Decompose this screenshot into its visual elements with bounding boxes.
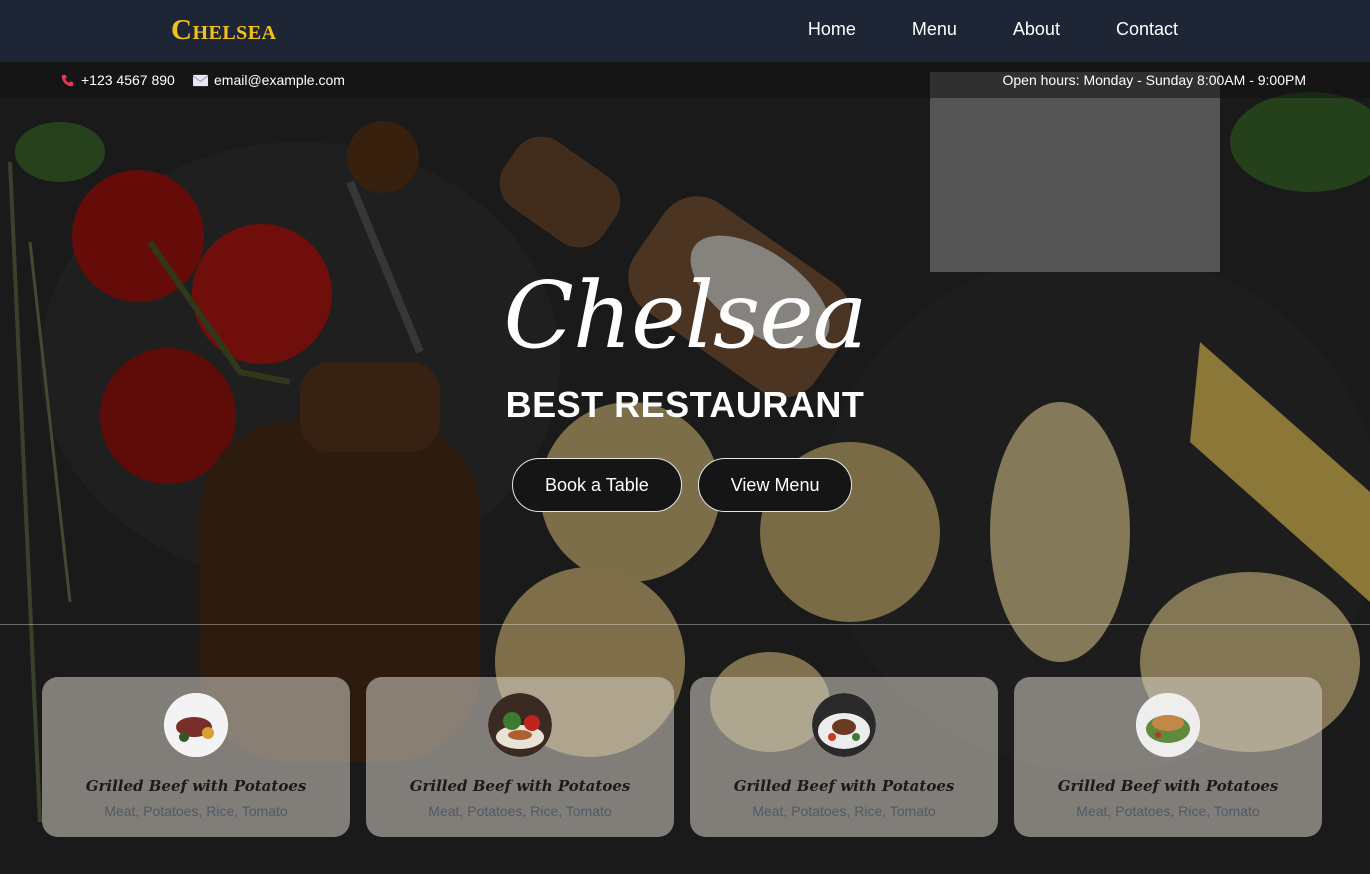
dish-card[interactable]: Grilled Beef with Potatoes Meat, Potatoe… <box>690 677 998 837</box>
hero-script-title: Chelsea <box>503 262 867 369</box>
dish-ingredients: Meat, Potatoes, Rice, Tomato <box>1076 803 1260 819</box>
dish-title: Grilled Beef with Potatoes <box>1057 777 1279 795</box>
phone-icon <box>61 74 74 86</box>
dish-title: Grilled Beef with Potatoes <box>733 777 955 795</box>
dish-card[interactable]: Grilled Beef with Potatoes Meat, Potatoe… <box>42 677 350 837</box>
hero-buttons: Book a Table View Menu <box>512 458 853 512</box>
book-table-button[interactable]: Book a Table <box>512 458 682 512</box>
hero-divider <box>0 624 1370 625</box>
nav-home[interactable]: Home <box>808 19 856 40</box>
hero-subtitle: BEST RESTAURANT <box>505 384 865 425</box>
dish-image <box>1136 693 1200 757</box>
email-address: email@example.com <box>214 72 345 88</box>
featured-dishes: Grilled Beef with Potatoes Meat, Potatoe… <box>42 677 1322 837</box>
dish-title: Grilled Beef with Potatoes <box>409 777 631 795</box>
dish-ingredients: Meat, Potatoes, Rice, Tomato <box>752 803 936 819</box>
dish-ingredients: Meat, Potatoes, Rice, Tomato <box>428 803 612 819</box>
phone-number: +123 4567 890 <box>81 72 175 88</box>
email-contact[interactable]: email@example.com <box>193 72 345 88</box>
phone-contact[interactable]: +123 4567 890 <box>60 72 175 88</box>
brand-logo[interactable]: Chelsea <box>171 14 277 47</box>
dish-title: Grilled Beef with Potatoes <box>85 777 307 795</box>
view-menu-button[interactable]: View Menu <box>697 458 853 512</box>
nav-about[interactable]: About <box>1013 19 1060 40</box>
dish-image <box>812 693 876 757</box>
envelope-icon <box>193 74 208 86</box>
dish-card[interactable]: Grilled Beef with Potatoes Meat, Potatoe… <box>1014 677 1322 837</box>
dish-card[interactable]: Grilled Beef with Potatoes Meat, Potatoe… <box>366 677 674 837</box>
dish-image <box>164 693 228 757</box>
dish-image <box>488 693 552 757</box>
nav-menu[interactable]: Menu <box>912 19 957 40</box>
nav-contact[interactable]: Contact <box>1116 19 1178 40</box>
contact-bar: +123 4567 890 email@example.com Open hou… <box>0 62 1370 98</box>
navbar: Chelsea Home Menu About Contact <box>0 0 1370 62</box>
open-hours: Open hours: Monday - Sunday 8:00AM - 9:0… <box>1002 72 1307 88</box>
hero-section: +123 4567 890 email@example.com Open hou… <box>0 62 1370 874</box>
main-nav: Home Menu About Contact <box>808 19 1178 40</box>
dish-ingredients: Meat, Potatoes, Rice, Tomato <box>104 803 288 819</box>
